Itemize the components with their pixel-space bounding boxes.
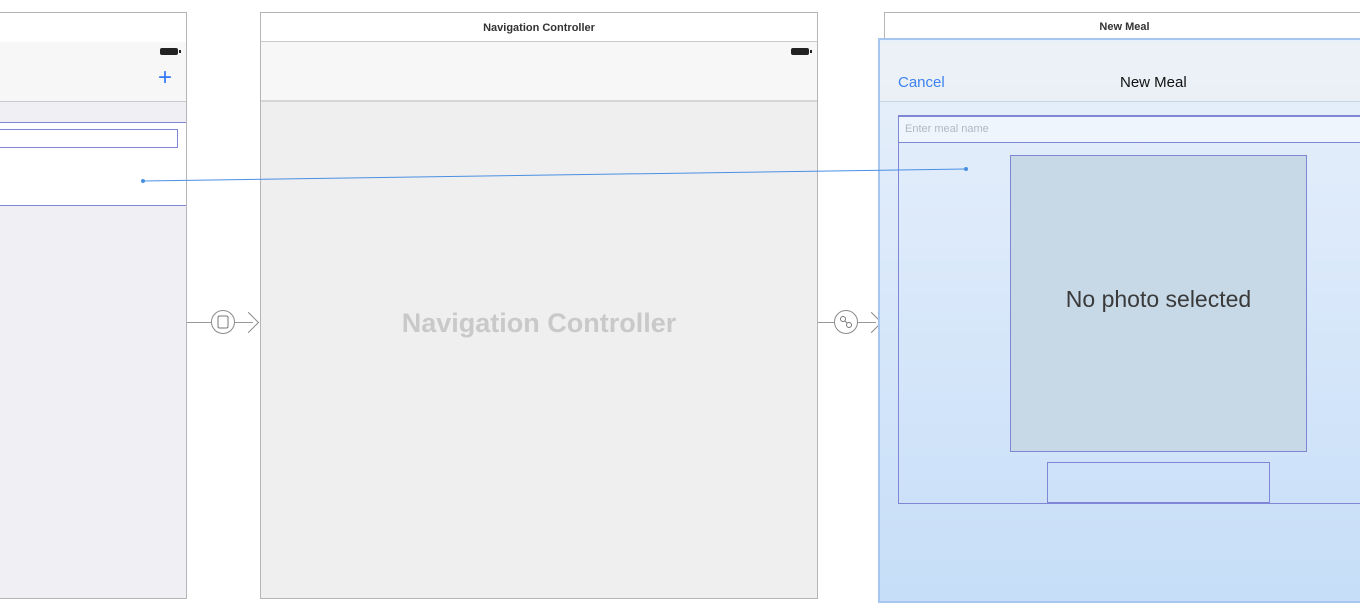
photo-image-view[interactable]: No photo selected bbox=[1010, 155, 1307, 452]
cell-label-frame bbox=[0, 129, 178, 148]
new-meal-scene[interactable]: New Meal Cancel New Meal Enter meal name… bbox=[878, 12, 1360, 603]
meal-name-field[interactable]: Enter meal name bbox=[898, 116, 1360, 143]
table-view-cell[interactable] bbox=[0, 122, 186, 206]
navigation-controller-scene[interactable]: Navigation Controller Navigation Control… bbox=[260, 12, 818, 599]
navigation-bar: Cancel New Meal bbox=[880, 42, 1360, 102]
rating-control[interactable] bbox=[1047, 462, 1270, 503]
navigation-bar: + bbox=[0, 42, 186, 102]
scene-title[interactable]: New Meal bbox=[884, 12, 1360, 41]
battery-icon bbox=[791, 48, 812, 55]
device-icon bbox=[217, 315, 229, 329]
meal-view[interactable]: Cancel New Meal Enter meal name No photo… bbox=[878, 38, 1360, 603]
modal-segue[interactable] bbox=[834, 310, 858, 334]
no-photo-label: No photo selected bbox=[1065, 286, 1252, 312]
meal-list-scene[interactable]: + bbox=[0, 12, 187, 599]
root-view-controller-segue[interactable] bbox=[211, 310, 235, 334]
scene-title-bar bbox=[0, 13, 186, 43]
navigation-bar bbox=[261, 42, 817, 102]
navigation-controller-placeholder: Navigation Controller bbox=[401, 308, 677, 338]
link-icon bbox=[840, 316, 852, 328]
scene-title[interactable]: Navigation Controller bbox=[261, 13, 817, 42]
battery-icon bbox=[160, 48, 181, 55]
add-button[interactable]: + bbox=[158, 66, 172, 90]
cancel-button[interactable]: Cancel bbox=[898, 74, 945, 91]
segue-line bbox=[818, 322, 834, 323]
segue-arrow-icon bbox=[237, 311, 260, 334]
navigation-title: New Meal bbox=[1120, 74, 1187, 91]
segue-line bbox=[187, 322, 211, 323]
